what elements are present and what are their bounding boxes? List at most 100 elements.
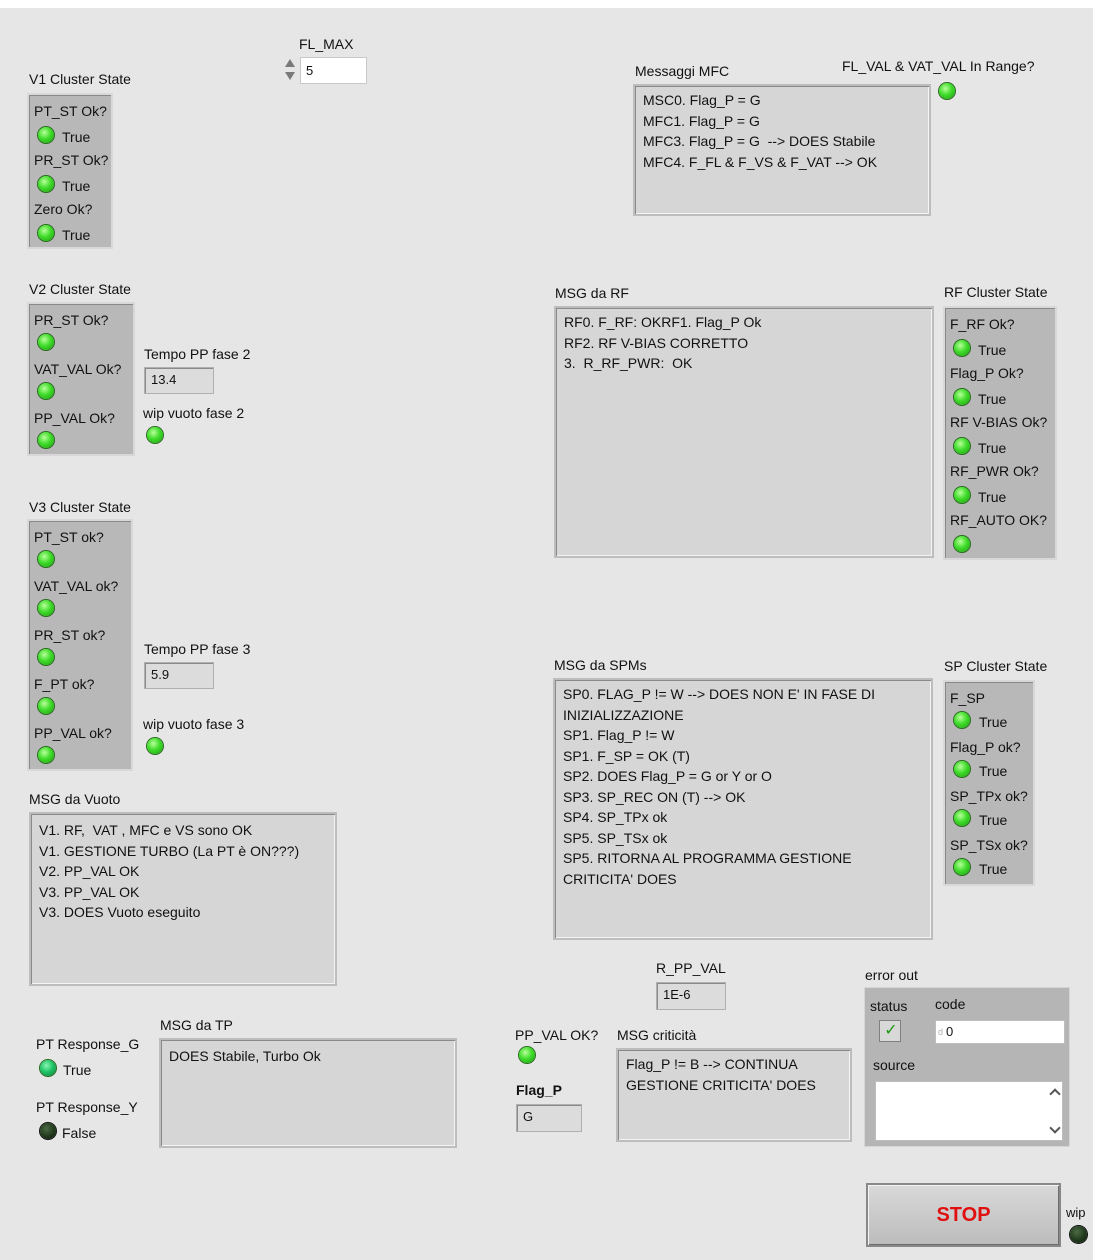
sp-flag-p-led[interactable] [954,761,970,777]
window-top-edge [0,0,1093,8]
v2-cluster-title: V2 Cluster State [29,281,131,297]
msg-criticita-box[interactable]: Flag_P != B --> CONTINUA GESTIONE CRITIC… [616,1048,852,1142]
r-pp-val-label: R_PP_VAL [656,960,726,976]
pp-val-ok-led[interactable] [519,1047,535,1063]
sp-f-sp-label: F_SP [950,690,986,706]
rf-f-rf-led[interactable] [954,340,970,356]
msg-tp-text: DOES Stabile, Turbo Ok [169,1048,321,1064]
msg-mfc-title: Messaggi MFC [635,63,730,79]
error-code-input[interactable]: d 0 [935,1020,1065,1044]
v3-f-pt-led[interactable] [38,698,54,714]
error-out-title: error out [865,967,918,983]
msg-tp-box[interactable]: DOES Stabile, Turbo Ok [159,1038,457,1148]
v1-pr-st-led[interactable] [38,176,54,192]
sp-flag-p-label: Flag_P ok? [950,739,1021,755]
v3-vat-val-label: VAT_VAL ok? [34,578,119,594]
wip-vuoto-fase3-led[interactable] [147,738,163,754]
pp-val-ok-label: PP_VAL OK? [515,1027,599,1043]
fl-max-control[interactable]: 5 [283,56,369,86]
msg-sp-title: MSG da SPMs [554,657,647,673]
v1-pt-st-led[interactable] [38,127,54,143]
error-status-indicator[interactable]: ✓ [879,1020,901,1042]
sp-f-sp-state: True [979,714,1008,730]
msg-sp-box[interactable]: SP0. FLAG_P != W --> DOES NON E' IN FASE… [553,678,933,940]
msg-vuoto-text: V1. RF, VAT , MFC e VS sono OK V1. GESTI… [39,822,300,920]
v1-zero-label: Zero Ok? [34,201,93,217]
msg-sp-text: SP0. FLAG_P != W --> DOES NON E' IN FASE… [563,686,876,887]
pt-response-g-led[interactable] [40,1060,56,1076]
v1-cluster: PT_ST Ok? True PR_ST Ok? True Zero Ok? T… [27,93,113,249]
msg-vuoto-box[interactable]: V1. RF, VAT , MFC e VS sono OK V1. GESTI… [29,812,337,986]
tempo-pp-fase2-label: Tempo PP fase 2 [144,346,251,362]
stop-button[interactable]: STOP [866,1183,1061,1247]
sp-tsx-led[interactable] [954,859,970,875]
v2-pp-val-label: PP_VAL Ok? [34,410,115,426]
v2-vat-val-led[interactable] [38,383,54,399]
rf-f-rf-state: True [978,342,1007,358]
v2-pr-st-label: PR_ST Ok? [34,312,109,328]
rf-flag-p-led[interactable] [954,389,970,405]
rf-auto-led[interactable] [954,536,970,552]
rf-pwr-led[interactable] [954,487,970,503]
v3-pp-val-led[interactable] [38,747,54,763]
rf-cluster: F_RF Ok? True Flag_P Ok? True RF V-BIAS … [943,306,1057,560]
v3-cluster-title: V3 Cluster State [29,499,131,515]
v1-pt-st-label: PT_ST Ok? [34,103,107,119]
sp-tpx-state: True [979,812,1008,828]
v1-pr-st-label: PR_ST Ok? [34,152,109,168]
v3-vat-val-led[interactable] [38,600,54,616]
sp-cluster-title: SP Cluster State [944,658,1048,674]
increment-arrow-icon[interactable] [285,59,295,67]
r-pp-val-value: 1E-6 [656,982,726,1010]
v2-pr-st-led[interactable] [38,334,54,350]
fl-max-input[interactable]: 5 [300,57,367,84]
rf-flag-p-label: Flag_P Ok? [950,365,1024,381]
wip-led[interactable] [1070,1226,1087,1243]
fl-max-stepper[interactable] [283,56,297,86]
sp-f-sp-led[interactable] [954,712,970,728]
msg-rf-title: MSG da RF [555,285,629,301]
error-status-label: status [870,998,908,1014]
msg-mfc-box[interactable]: MSC0. Flag_P = G MFC1. Flag_P = G MFC3. … [633,84,931,216]
sp-tsx-label: SP_TSx ok? [950,837,1028,853]
msg-tp-title: MSG da TP [160,1017,233,1033]
scroll-down-icon[interactable] [1049,1122,1061,1134]
v2-cluster: PR_ST Ok? VAT_VAL Ok? PP_VAL Ok? [27,302,135,456]
sp-tpx-led[interactable] [954,810,970,826]
wip-vuoto-fase2-label: wip vuoto fase 2 [143,405,245,421]
v1-zero-led[interactable] [38,225,54,241]
pt-response-y-led[interactable] [40,1123,56,1139]
v1-pr-st-state: True [62,178,91,194]
rf-vbias-label: RF V-BIAS Ok? [950,414,1048,430]
v1-pt-st-state: True [62,129,91,145]
rf-pwr-label: RF_PWR Ok? [950,463,1039,479]
v2-pp-val-led[interactable] [38,432,54,448]
numeric-radix-icon: d [938,1027,944,1037]
rf-vbias-led[interactable] [954,438,970,454]
msg-mfc-text: MSC0. Flag_P = G MFC1. Flag_P = G MFC3. … [643,92,878,170]
rf-pwr-state: True [978,489,1007,505]
scroll-up-icon[interactable] [1049,1088,1061,1100]
sp-cluster: F_SP True Flag_P ok? True SP_TPx ok? Tru… [943,680,1035,886]
error-source-field[interactable] [875,1081,1063,1141]
fl-vat-range-led[interactable] [939,83,955,99]
v3-pt-st-led[interactable] [38,551,54,567]
wip-vuoto-fase3-label: wip vuoto fase 3 [143,716,245,732]
stop-button-label: STOP [936,1204,991,1226]
decrement-arrow-icon[interactable] [285,72,295,80]
tempo-pp-fase2-value: 13.4 [144,367,214,394]
fl-max-label: FL_MAX [299,36,354,52]
v1-zero-state: True [62,227,91,243]
pt-response-y-state: False [62,1125,97,1141]
msg-rf-box[interactable]: RF0. F_RF: OKRF1. Flag_P Ok RF2. RF V-BI… [554,306,934,558]
error-out-cluster: status code ✓ d 0 source [864,987,1070,1147]
msg-rf-text: RF0. F_RF: OKRF1. Flag_P Ok RF2. RF V-BI… [564,314,762,371]
sp-flag-p-state: True [979,763,1008,779]
wip-vuoto-fase2-led[interactable] [147,427,163,443]
v3-f-pt-label: F_PT ok? [34,676,95,692]
flag-p-label: Flag_P [516,1082,562,1098]
rf-f-rf-label: F_RF Ok? [950,316,1015,332]
v3-pr-st-led[interactable] [38,649,54,665]
msg-vuoto-title: MSG da Vuoto [29,791,121,807]
rf-cluster-title: RF Cluster State [944,284,1048,300]
